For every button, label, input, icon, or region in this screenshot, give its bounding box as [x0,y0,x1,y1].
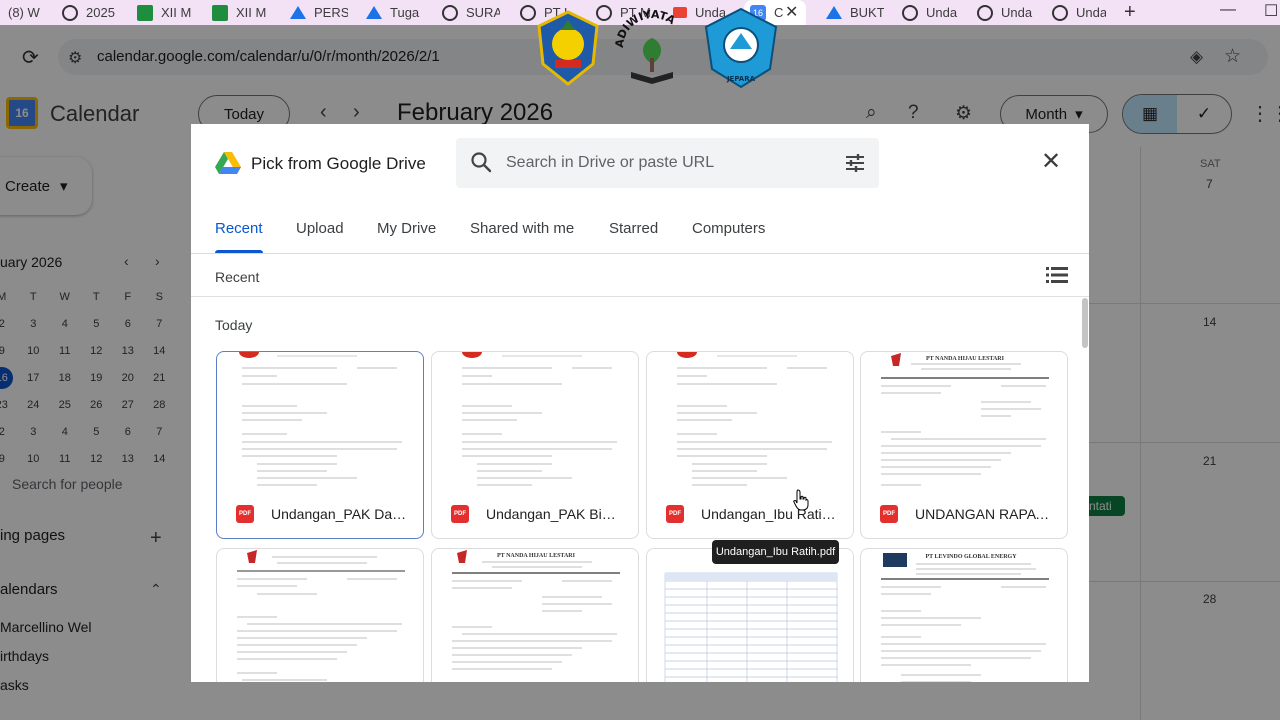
breadcrumb: Recent [215,269,260,285]
tab-label: SURA [466,5,500,20]
file-thumbnail [217,549,423,682]
browser-tab[interactable]: 2025 [62,0,120,25]
thumb-company-name: PT NANDA HIJAU LESTARI [497,553,576,559]
divider [191,296,1089,297]
picker-title: Pick from Google Drive [251,154,426,173]
drive-icon [290,6,306,19]
file-card[interactable]: PDF Undangan_PAK Bima.... [431,351,639,539]
tab-label: (8) W [8,5,40,20]
tab-computers[interactable]: Computers [692,220,765,237]
tab-label: 2025 [86,5,115,20]
drive-icon [366,6,382,19]
letter-preview: PT LEVINDO GLOBAL ENERGY [881,553,1049,682]
tab-starred[interactable]: Starred [609,220,658,237]
close-tab-icon[interactable]: ✕ [785,2,798,22]
file-thumbnail [647,352,853,492]
file-thumbnail [217,352,423,492]
spreadsheet-preview [664,572,838,682]
browser-tab[interactable]: Tuga [366,0,424,25]
browser-tab[interactable]: Unda [1052,0,1106,25]
file-card[interactable]: PDF Undangan_PAK Dani.... [216,351,424,539]
thumb-company-name: PT LEVINDO GLOBAL ENERGY [925,554,1017,560]
file-thumbnail: PT NANDA HIJAU LESTARI [432,549,638,682]
sheets-icon [137,4,153,21]
circle-icon [977,4,993,21]
pdf-icon: PDF [666,505,684,523]
browser-tab[interactable]: XII M [212,0,270,25]
google-drive-logo-icon [215,152,241,174]
section-heading: Today [215,317,253,333]
search-icon[interactable] [470,151,492,173]
picker-tabs: Recent Upload My Drive Shared with me St… [191,214,1089,254]
active-tab-indicator [215,250,263,253]
svg-text:JEPARA: JEPARA [726,75,756,83]
tab-label: XII M [236,5,267,20]
hand-cursor-icon [793,489,809,511]
browser-tab[interactable]: Unda [902,0,960,25]
pdf-icon: PDF [451,505,469,523]
close-icon[interactable]: ✕ [1041,150,1061,174]
tab-recent[interactable]: Recent [215,220,263,237]
file-name: Undangan_Ibu Ratih.p... [701,506,841,522]
adiwiyata-logo: ADIWIYATA [615,8,678,84]
drive-picker-dialog: Pick from Google Drive ✕ Recent Upload M… [191,124,1089,682]
drive-icon [826,6,842,19]
tab-label: Unda [926,5,958,20]
pdf-icon: PDF [236,505,254,523]
letter-preview [237,550,405,681]
file-name: Undangan_PAK Dani.... [271,506,411,522]
search-input[interactable] [506,138,826,188]
list-view-icon[interactable] [1046,266,1068,284]
browser-tab[interactable]: BUKT [826,0,884,25]
tab-label: XII M [161,5,192,20]
letter-preview [239,352,402,486]
file-name: Undangan_PAK Bima.... [486,506,626,522]
browser-tab[interactable]: PERS [290,0,348,25]
file-thumbnail [647,549,853,682]
file-name: UNDANGAN RAPAT B... [915,506,1055,522]
tab-my-drive[interactable]: My Drive [377,220,436,237]
thumb-company-name: PT NANDA HIJAU LESTARI [926,356,1005,362]
tab-upload[interactable]: Upload [296,220,344,237]
search-box[interactable] [456,138,879,188]
file-card[interactable] [646,548,854,682]
file-thumbnail [432,352,638,492]
file-thumbnail: PT NANDA HIJAU LESTARI [861,352,1067,492]
tab-label: Unda [1076,5,1106,20]
file-name-tooltip: Undangan_Ibu Ratih.pdf [712,540,839,564]
file-card[interactable] [216,548,424,682]
circle-icon [902,4,918,21]
scrollbar-thumb[interactable] [1082,298,1088,348]
file-card[interactable]: PT LEVINDO GLOBAL ENERGY [860,548,1068,682]
browser-tab[interactable]: Unda [977,0,1035,25]
file-card[interactable]: PDF Undangan_Ibu Ratih.p... [646,351,854,539]
tab-shared-with-me[interactable]: Shared with me [470,220,574,237]
minimize-icon[interactable]: — [1220,1,1236,19]
file-card[interactable]: PT NANDA HIJAU LESTARI [431,548,639,682]
browser-tab[interactable]: (8) W [8,0,46,25]
letter-preview: PT NANDA HIJAU LESTARI [881,353,1049,486]
new-tab-icon[interactable]: + [1124,1,1136,24]
browser-tab[interactable]: SURA [442,0,500,25]
circle-icon [62,4,78,21]
circle-icon [1052,4,1068,21]
scrollbar[interactable] [1081,296,1089,682]
browser-tab[interactable]: XII M [137,0,195,25]
maximize-icon[interactable]: ☐ [1264,1,1278,21]
school-logo: JEPARA [704,7,778,89]
letter-preview: PT NANDA HIJAU LESTARI [452,550,620,670]
tab-label: Tuga [390,5,420,20]
tab-label: BUKT [850,5,884,20]
tab-label: Unda [1001,5,1033,20]
sheets-icon [212,4,228,21]
circle-icon [442,4,458,21]
tab-label: PERS [314,5,348,20]
letter-preview [677,352,832,486]
province-emblem-logo [537,10,599,86]
filter-options-icon[interactable] [844,152,866,174]
letter-preview [462,352,617,486]
file-thumbnail: PT LEVINDO GLOBAL ENERGY [861,549,1067,682]
pdf-icon: PDF [880,505,898,523]
file-card[interactable]: PT NANDA HIJAU LESTARI PDF UNDANGAN RAPA… [860,351,1068,539]
